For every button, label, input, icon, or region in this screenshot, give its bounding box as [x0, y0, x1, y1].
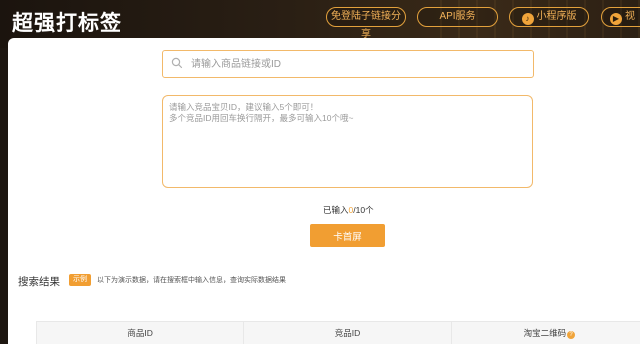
- search-icon: [171, 57, 183, 69]
- search-box[interactable]: [162, 50, 534, 78]
- input-count: 已输入0/10个: [323, 204, 374, 216]
- mini-program-button[interactable]: ♪ 小程序版: [509, 7, 589, 27]
- share-link-label: 免登陆子链接分享: [331, 11, 401, 40]
- main-panel: 已输入0/10个 卡首屏 搜索结果 示例 以下为演示数据，请在搜索框中输入信息，…: [8, 38, 640, 344]
- video-label: 视: [625, 11, 635, 22]
- submit-button[interactable]: 卡首屏: [310, 224, 385, 247]
- input-count-suffix: /10个: [353, 205, 374, 215]
- input-count-prefix: 已输入: [323, 205, 349, 215]
- video-icon: ▶: [610, 13, 622, 25]
- app-title: 超强打标签: [12, 12, 122, 35]
- results-title: 搜索结果: [18, 276, 60, 288]
- help-icon[interactable]: ?: [567, 331, 576, 339]
- competitor-ids-input[interactable]: [162, 95, 533, 188]
- mini-program-icon: ♪: [521, 13, 534, 25]
- column-header-taobao-qrcode: 淘宝二维码?: [452, 322, 640, 344]
- column-label: 竞品ID: [334, 328, 361, 338]
- share-link-button[interactable]: 免登陆子链接分享: [326, 7, 406, 40]
- column-header-competitor-id: 竞品ID: [244, 322, 452, 344]
- video-button[interactable]: ▶ 视: [601, 7, 640, 27]
- mini-program-label: 小程序版: [536, 11, 577, 22]
- results-table-header: 商品ID 竞品ID 淘宝二维码?: [36, 321, 640, 344]
- api-service-label: API服务: [439, 11, 476, 22]
- column-label: 淘宝二维码: [523, 328, 567, 338]
- column-header-product-id: 商品ID: [37, 322, 245, 344]
- example-badge: 示例: [69, 274, 91, 286]
- search-input[interactable]: [191, 55, 521, 73]
- example-note: 以下为演示数据，请在搜索框中输入信息，查询实际数据结果: [97, 277, 286, 284]
- api-service-button[interactable]: API服务: [417, 7, 498, 27]
- column-label: 商品ID: [127, 328, 153, 338]
